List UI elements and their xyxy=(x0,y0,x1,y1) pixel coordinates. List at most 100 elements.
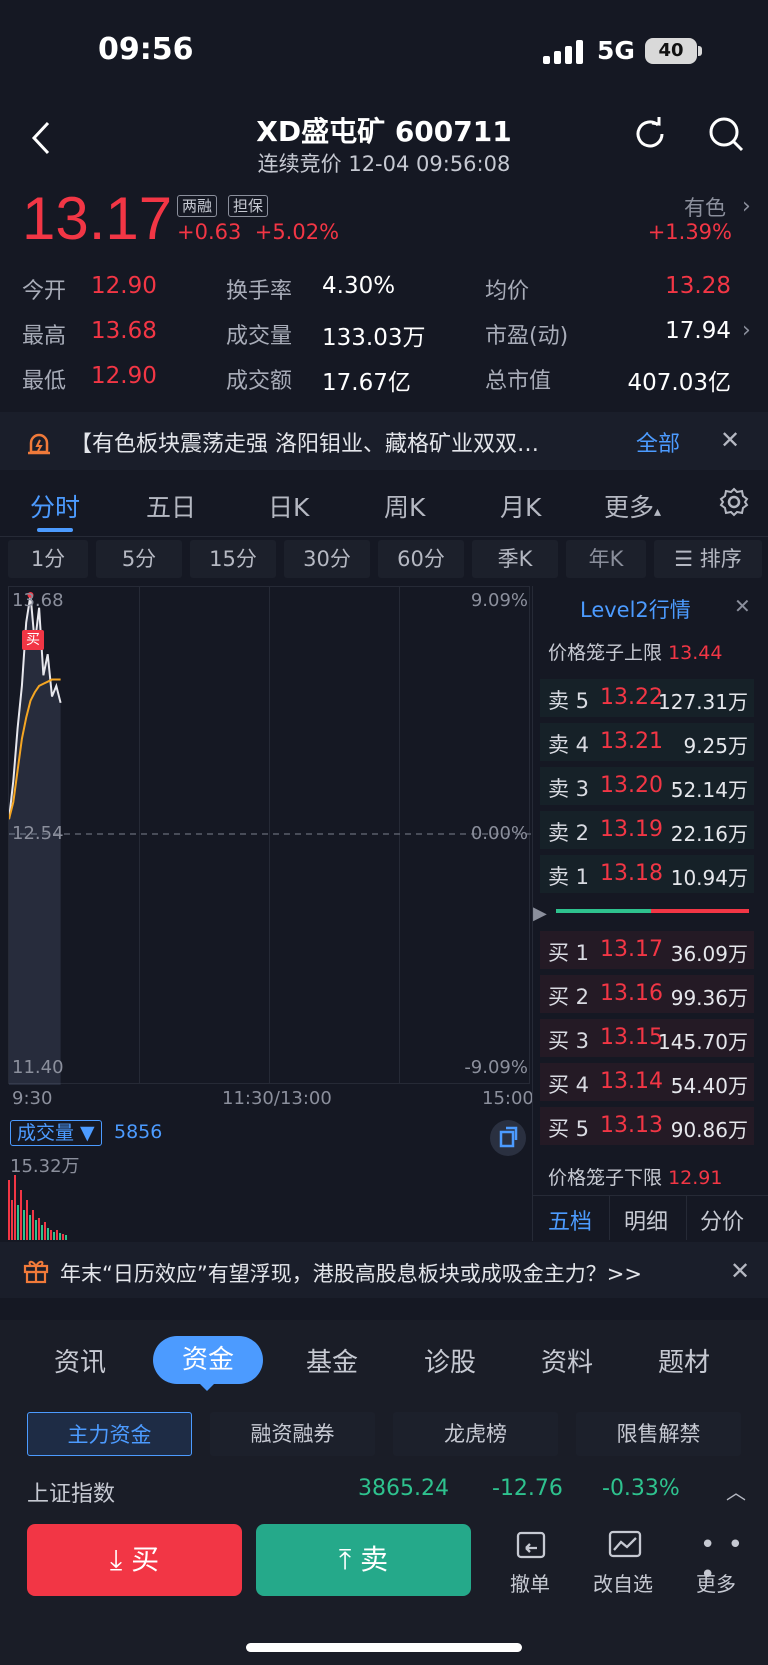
download-arrow-icon: ⤓ xyxy=(109,1543,123,1576)
volume-bars xyxy=(8,1175,67,1240)
section-topics[interactable]: 题材 xyxy=(658,1342,710,1379)
tab-detail[interactable]: 明细 xyxy=(624,1204,668,1236)
bid-price: 13.13 xyxy=(600,1113,663,1138)
bid-label: 买 1 xyxy=(548,941,590,965)
avg-value: 13.28 xyxy=(665,273,731,299)
close-icon[interactable]: ✕ xyxy=(720,426,740,454)
subtab-quarter-k[interactable]: 季K xyxy=(472,540,558,578)
tab-daily-k[interactable]: 日K xyxy=(268,488,309,524)
open-value: 12.90 xyxy=(91,273,157,299)
divider xyxy=(686,1196,687,1240)
bid-volume: 36.09万 xyxy=(670,942,748,966)
alarm-icon xyxy=(24,428,54,458)
section-diagnose[interactable]: 诊股 xyxy=(424,1342,476,1379)
subtab-30min[interactable]: 30分 xyxy=(284,540,370,578)
ask-label: 卖 1 xyxy=(548,865,590,889)
volume-indicator-select[interactable]: 成交量 ▼ xyxy=(10,1120,102,1146)
ask-volume: 52.14万 xyxy=(670,778,748,802)
more-label[interactable]: 更多 xyxy=(676,1568,756,1597)
ask-price: 13.21 xyxy=(600,729,663,754)
x-axis-start: 9:30 xyxy=(12,1088,53,1109)
fund-tab-dragon-tiger[interactable]: 龙虎榜 xyxy=(393,1412,558,1456)
menu-icon: ☰ xyxy=(674,547,694,571)
undo-icon[interactable] xyxy=(514,1528,548,1562)
signal-icon xyxy=(543,40,585,64)
amount-label: 成交额 xyxy=(226,369,293,394)
bid-label: 买 2 xyxy=(548,985,590,1009)
margin-tag[interactable]: 两融 xyxy=(177,195,218,217)
edit-watchlist-label[interactable]: 改自选 xyxy=(583,1568,663,1597)
divider xyxy=(609,1196,610,1240)
network-type: 5G xyxy=(597,36,635,65)
collateral-tag[interactable]: 担保 xyxy=(228,195,269,217)
cancel-order-label[interactable]: 撤单 xyxy=(490,1568,570,1597)
chevron-right-icon[interactable]: › xyxy=(742,318,751,343)
section-profile[interactable]: 资料 xyxy=(541,1342,593,1379)
current-price: 13.17 xyxy=(22,185,173,252)
tab-price-dist[interactable]: 分价 xyxy=(700,1204,744,1236)
price-change: +0.63 +5.02% xyxy=(177,220,340,244)
sort-button[interactable]: ☰ 排序 xyxy=(654,540,762,578)
sector-name[interactable]: 有色 xyxy=(684,192,726,222)
section-funds[interactable]: 资金 xyxy=(153,1336,263,1384)
upload-arrow-icon: ⤒ xyxy=(338,1543,352,1576)
tab-monthly-k[interactable]: 月K xyxy=(500,488,541,524)
ask-label: 卖 4 xyxy=(548,733,590,757)
tab-intraday[interactable]: 分时 xyxy=(30,488,80,524)
promo-text[interactable]: 年末“日历效应”有望浮现，港股高股息板块或成吸金主力？>> xyxy=(60,1258,642,1288)
fund-tab-unlock[interactable]: 限售解禁 xyxy=(576,1412,741,1456)
subtab-year-k[interactable]: 年K xyxy=(566,540,646,578)
subtab-5min[interactable]: 5分 xyxy=(96,540,182,578)
avg-label: 均价 xyxy=(485,279,530,304)
ask-price: 13.19 xyxy=(600,817,663,842)
bid-price: 13.16 xyxy=(600,981,663,1006)
index-pct: -0.33% xyxy=(602,1476,680,1501)
news-headline[interactable]: 【有色板块震荡走强 洛阳钼业、藏格矿业双双… xyxy=(70,426,610,458)
fund-tab-main[interactable]: 主力资金 xyxy=(27,1412,192,1456)
battery-tip xyxy=(698,46,702,56)
gear-icon[interactable] xyxy=(718,486,750,518)
tab-weekly-k[interactable]: 周K xyxy=(384,488,425,524)
chevron-right-icon[interactable]: › xyxy=(742,194,751,219)
level2-title: Level2行情 xyxy=(580,598,691,622)
subtab-1min[interactable]: 1分 xyxy=(8,540,88,578)
bid-label: 买 5 xyxy=(548,1117,590,1141)
search-icon[interactable] xyxy=(706,114,746,154)
tab-five-levels[interactable]: 五档 xyxy=(548,1204,592,1236)
ask-label: 卖 5 xyxy=(548,689,590,713)
expand-arrow-icon[interactable]: ▶ xyxy=(533,903,547,924)
close-icon[interactable]: ✕ xyxy=(730,1257,750,1285)
watchlist-icon[interactable] xyxy=(606,1528,646,1562)
high-value: 13.68 xyxy=(91,318,157,344)
refresh-icon[interactable] xyxy=(630,114,670,154)
index-name[interactable]: 上证指数 xyxy=(27,1476,115,1508)
buy-button[interactable]: ⤓ 买 xyxy=(27,1524,242,1596)
rotate-icon[interactable] xyxy=(490,1120,526,1156)
home-indicator[interactable] xyxy=(246,1643,522,1652)
low-value: 12.90 xyxy=(91,363,157,389)
buy-marker[interactable]: 买 xyxy=(22,630,44,650)
close-icon[interactable]: ✕ xyxy=(734,594,751,618)
ask-volume: 127.31万 xyxy=(658,690,748,714)
tab-underline xyxy=(37,528,73,532)
tab-five-day[interactable]: 五日 xyxy=(146,488,196,524)
intraday-chart[interactable] xyxy=(8,586,531,1085)
turnover-value: 4.30% xyxy=(322,273,396,299)
tab-more[interactable]: 更多▴ xyxy=(604,488,661,524)
section-news[interactable]: 资讯 xyxy=(54,1342,106,1379)
volume-label: 成交量 xyxy=(226,324,293,349)
gift-icon xyxy=(22,1256,50,1284)
bid-price: 13.15 xyxy=(600,1025,663,1050)
fund-tab-margin[interactable]: 融资融券 xyxy=(210,1412,375,1456)
volume-value: 5856 xyxy=(114,1121,163,1143)
turnover-label: 换手率 xyxy=(226,279,293,304)
chevron-up-icon[interactable]: ︿ xyxy=(726,1476,746,1505)
subtab-60min[interactable]: 60分 xyxy=(378,540,464,578)
news-all-link[interactable]: 全部 xyxy=(636,426,680,458)
pct-axis-mid: 0.00% xyxy=(470,823,528,844)
bid-label: 买 4 xyxy=(548,1073,590,1097)
subtab-15min[interactable]: 15分 xyxy=(190,540,276,578)
battery-icon: 40 xyxy=(645,38,697,64)
sell-button[interactable]: ⤒ 卖 xyxy=(256,1524,471,1596)
section-fund[interactable]: 基金 xyxy=(306,1342,358,1379)
